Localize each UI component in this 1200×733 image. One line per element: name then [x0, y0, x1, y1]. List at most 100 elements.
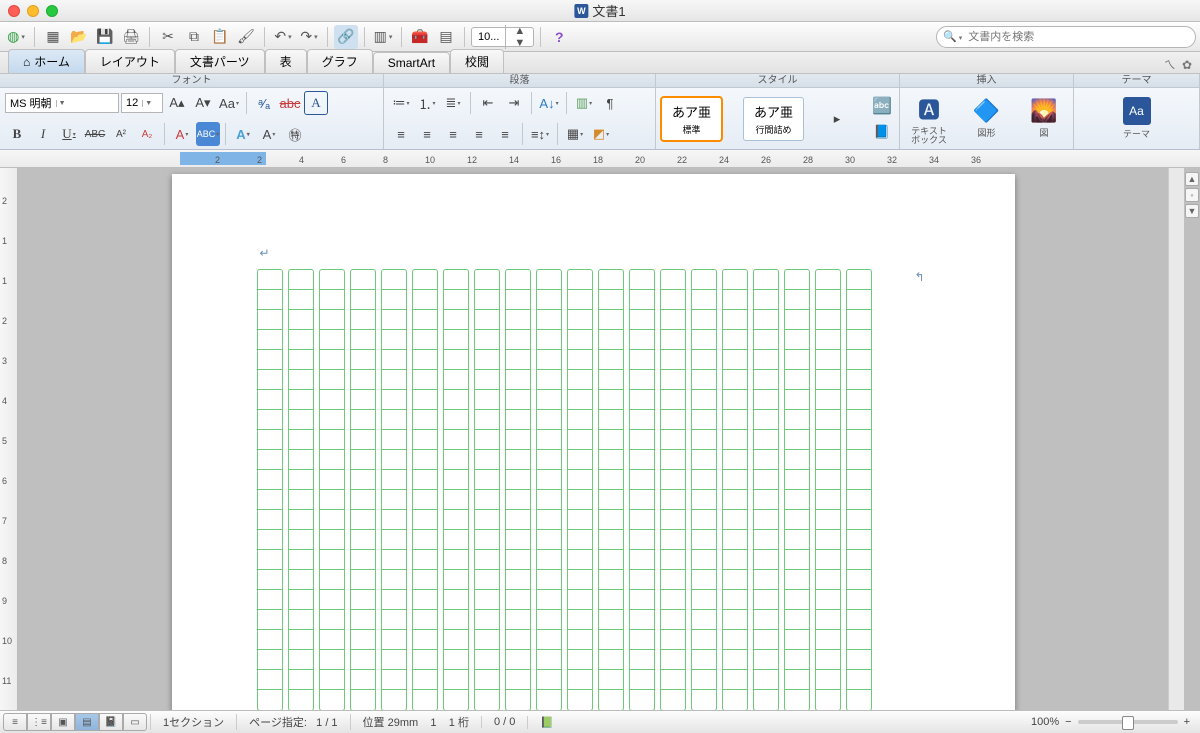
- justify-button[interactable]: ≡: [467, 122, 491, 146]
- font-size-combo[interactable]: 12▼: [121, 93, 163, 113]
- print-button[interactable]: 🖨: [119, 25, 143, 49]
- minimize-window-button[interactable]: [27, 5, 39, 17]
- change-case-button[interactable]: Aa: [217, 91, 241, 115]
- phonetic-guide-button[interactable]: ᵃ⁄ₐ: [252, 91, 276, 115]
- enclose-characters-button[interactable]: ㊕: [283, 122, 307, 146]
- borders-button[interactable]: ▦: [563, 122, 587, 146]
- sidebar-toggle-button[interactable]: ▥: [371, 25, 395, 49]
- open-template-button[interactable]: ▦: [41, 25, 65, 49]
- columns-button[interactable]: ▥: [572, 91, 596, 115]
- quick-styles-button[interactable]: 🔤: [870, 94, 894, 118]
- open-button[interactable]: 📂: [67, 25, 91, 49]
- horizontal-ruler[interactable]: 224681012141618202224262830323436: [0, 150, 1200, 168]
- italic-button[interactable]: I: [31, 122, 55, 146]
- search-input[interactable]: [968, 31, 1195, 43]
- subscript-button[interactable]: A₂: [135, 122, 159, 146]
- status-section[interactable]: 1セクション: [150, 714, 236, 730]
- search-field[interactable]: 🔍: [936, 26, 1196, 48]
- status-page[interactable]: ページ指定: 1 / 1: [236, 714, 349, 730]
- sort-button[interactable]: A↓: [537, 91, 561, 115]
- status-spellcheck[interactable]: 📗: [527, 716, 566, 729]
- distribute-button[interactable]: ≡: [493, 122, 517, 146]
- tab-chart[interactable]: グラフ: [307, 49, 373, 73]
- align-center-button[interactable]: ≡: [415, 122, 439, 146]
- collapse-ribbon-button[interactable]: ㄟ: [1164, 56, 1176, 73]
- view-notebook-button[interactable]: 📓: [99, 713, 123, 731]
- textbox-button[interactable]: 🅰 テキスト ボックス: [905, 93, 953, 145]
- undo-button[interactable]: ↶: [271, 25, 295, 49]
- zoom-slider[interactable]: [1078, 720, 1178, 724]
- maximize-window-button[interactable]: [46, 5, 58, 17]
- copy-button[interactable]: ⧉: [182, 25, 206, 49]
- tab-home[interactable]: ホーム: [8, 49, 85, 73]
- font-color-button[interactable]: A: [170, 122, 194, 146]
- nav-select-button[interactable]: ◦: [1185, 188, 1199, 202]
- increase-indent-button[interactable]: ⇥: [502, 91, 526, 115]
- format-painter-button[interactable]: 🖌: [234, 25, 258, 49]
- view-draft-button[interactable]: ≡: [3, 713, 27, 731]
- clear-format-button[interactable]: abc: [278, 91, 302, 115]
- strikethrough-button[interactable]: ABC: [83, 122, 107, 146]
- tab-review[interactable]: 校閲: [450, 49, 504, 73]
- view-fullscreen-button[interactable]: ▭: [123, 713, 147, 731]
- cut-button[interactable]: ✂: [156, 25, 180, 49]
- shrink-font-button[interactable]: A▾: [191, 91, 215, 115]
- line-spacing-button[interactable]: ≡↕: [528, 122, 552, 146]
- style-normal[interactable]: あア亜 標準: [661, 97, 722, 141]
- view-print-layout-button[interactable]: ▤: [75, 713, 99, 731]
- vertical-scrollbar[interactable]: [1168, 168, 1184, 710]
- zoom-combo[interactable]: 10... ▲▼: [471, 27, 534, 47]
- align-left-button[interactable]: ≡: [389, 122, 413, 146]
- decrease-indent-button[interactable]: ⇤: [476, 91, 500, 115]
- zoom-out-button[interactable]: −: [1065, 716, 1071, 728]
- tab-smartart[interactable]: SmartArt: [373, 52, 450, 73]
- multilevel-list-button[interactable]: ≣: [441, 91, 465, 115]
- group-font: MS 明朝▼ 12▼ A▴ A▾ Aa ᵃ⁄ₐ abc A B I U ABC …: [0, 88, 384, 149]
- save-button[interactable]: 💾: [93, 25, 117, 49]
- help-button[interactable]: ?: [547, 25, 571, 49]
- nav-down-button[interactable]: ▼: [1185, 204, 1199, 218]
- bullets-button[interactable]: ≔: [389, 91, 413, 115]
- paste-button[interactable]: 📋: [208, 25, 232, 49]
- settings-gear-icon[interactable]: ✿: [1182, 58, 1192, 72]
- grow-font-button[interactable]: A▴: [165, 91, 189, 115]
- gallery-button[interactable]: ▤: [434, 25, 458, 49]
- themes-button[interactable]: Aa テーマ: [1113, 97, 1161, 140]
- view-outline-button[interactable]: ⋮≡: [27, 713, 51, 731]
- align-right-button[interactable]: ≡: [441, 122, 465, 146]
- styles-gallery-more-button[interactable]: ▸: [825, 107, 849, 131]
- status-position[interactable]: 位置 29mm 1 1 桁: [350, 714, 481, 730]
- status-wordcount[interactable]: 0 / 0: [481, 716, 527, 728]
- page[interactable]: ↵ ↰: [172, 174, 1015, 710]
- picture-button[interactable]: 🌄 図: [1020, 98, 1068, 139]
- bold-button[interactable]: B: [5, 122, 29, 146]
- zoom-percent[interactable]: 100%: [1031, 716, 1059, 728]
- toolbox-button[interactable]: 🧰: [408, 25, 432, 49]
- nav-up-button[interactable]: ▲: [1185, 172, 1199, 186]
- shading-button[interactable]: ◩: [589, 122, 613, 146]
- show-marks-button[interactable]: ¶: [598, 91, 622, 115]
- numbering-button[interactable]: ⒈: [415, 91, 439, 115]
- character-shading-button[interactable]: A: [257, 122, 281, 146]
- zoom-stepper[interactable]: ▲▼: [505, 25, 533, 49]
- link-button[interactable]: 🔗: [334, 25, 358, 49]
- shapes-button[interactable]: 🔷 図形: [963, 98, 1011, 139]
- styles-pane-button[interactable]: 📘: [870, 120, 894, 144]
- underline-button[interactable]: U: [57, 122, 81, 146]
- superscript-button[interactable]: A²: [109, 122, 133, 146]
- new-document-button[interactable]: ◍: [4, 25, 28, 49]
- close-window-button[interactable]: [8, 5, 20, 17]
- vertical-ruler[interactable]: 21123456789101112: [0, 168, 18, 710]
- redo-button[interactable]: ↷: [297, 25, 321, 49]
- highlight-button[interactable]: ABC: [196, 122, 220, 146]
- character-border-button[interactable]: A: [304, 91, 328, 115]
- tab-layout[interactable]: レイアウト: [85, 49, 175, 73]
- style-no-spacing[interactable]: あア亜 行間詰め: [743, 97, 804, 141]
- font-name-combo[interactable]: MS 明朝▼: [5, 93, 119, 113]
- zoom-in-button[interactable]: +: [1184, 716, 1190, 728]
- text-effects-button[interactable]: A: [231, 122, 255, 146]
- canvas[interactable]: ↵ ↰: [18, 168, 1168, 710]
- view-publish-button[interactable]: ▣: [51, 713, 75, 731]
- tab-parts[interactable]: 文書パーツ: [175, 49, 265, 73]
- tab-table[interactable]: 表: [265, 49, 307, 73]
